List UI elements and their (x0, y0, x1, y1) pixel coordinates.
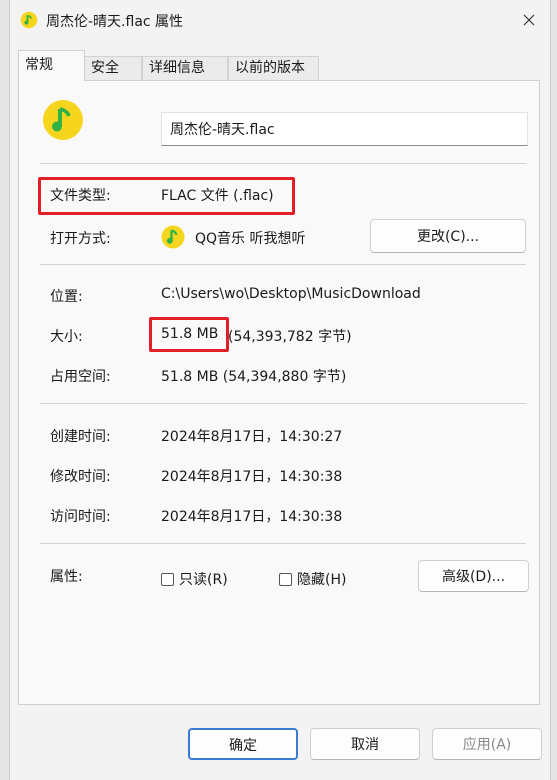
readonly-checkbox-label: 只读(R) (179, 572, 228, 588)
general-panel: 文件类型: FLAC 文件 (.flac) 打开方式: QQ音乐 听我想听 更改… (18, 80, 540, 705)
accessed-value: 2024年8月17日，14:30:38 (161, 509, 343, 525)
separator (40, 163, 526, 164)
close-button[interactable] (514, 6, 544, 34)
close-icon (523, 14, 535, 26)
separator (40, 543, 526, 544)
ok-button[interactable]: 确定 (188, 728, 298, 760)
accessed-label: 访问时间: (50, 509, 111, 525)
attributes-label: 属性: (50, 569, 83, 585)
tab-previous-versions-label: 以前的版本 (235, 60, 305, 76)
qq-music-app-icon (161, 225, 185, 249)
created-value: 2024年8月17日，14:30:27 (161, 429, 343, 445)
background-left-edge (0, 0, 9, 780)
separator (40, 403, 526, 404)
size-highlight-box (149, 317, 229, 352)
tab-general-label: 常规 (25, 57, 53, 73)
hidden-checkbox-label: 隐藏(H) (297, 572, 347, 588)
modified-label: 修改时间: (50, 469, 111, 485)
music-file-icon (43, 100, 83, 140)
hidden-checkbox-box[interactable] (279, 572, 292, 586)
advanced-button[interactable]: 高级(D)... (418, 560, 529, 592)
tab-previous-versions[interactable]: 以前的版本 (228, 56, 319, 80)
window-title: 周杰伦-晴天.flac 属性 (46, 14, 184, 30)
size-on-disk-label: 占用空间: (50, 369, 111, 385)
location-label: 位置: (50, 289, 83, 305)
separator (40, 264, 526, 265)
tab-general[interactable]: 常规 (18, 50, 85, 81)
change-button[interactable]: 更改(C)... (370, 219, 526, 253)
cancel-button[interactable]: 取消 (310, 728, 420, 760)
size-on-disk-value: 51.8 MB (54,394,880 字节) (161, 369, 347, 385)
readonly-checkbox[interactable]: 只读(R) (161, 569, 228, 589)
size-label: 大小: (50, 329, 83, 345)
hidden-checkbox[interactable]: 隐藏(H) (279, 569, 346, 589)
file-name-input[interactable] (161, 112, 528, 146)
properties-window: 周杰伦-晴天.flac 属性 常规 安全 详细信息 以前的版本 文件类型: FL… (9, 0, 551, 780)
readonly-checkbox-box[interactable] (161, 572, 174, 586)
tab-details[interactable]: 详细信息 (142, 56, 228, 80)
title-bar: 周杰伦-晴天.flac 属性 (10, 0, 550, 40)
tab-security[interactable]: 安全 (84, 56, 142, 80)
apply-button[interactable]: 应用(A) (432, 728, 542, 760)
created-label: 创建时间: (50, 429, 111, 445)
opens-with-app-name: QQ音乐 听我想听 (195, 231, 306, 247)
file-type-highlight-box (38, 177, 295, 215)
qq-music-icon (20, 11, 38, 29)
size-bytes-value: (54,393,782 字节) (228, 329, 352, 345)
opens-with-label: 打开方式: (50, 231, 111, 247)
location-value: C:\Users\wo\Desktop\MusicDownload (161, 286, 421, 302)
tab-security-label: 安全 (91, 60, 119, 76)
tab-details-label: 详细信息 (149, 60, 205, 76)
modified-value: 2024年8月17日，14:30:38 (161, 469, 343, 485)
